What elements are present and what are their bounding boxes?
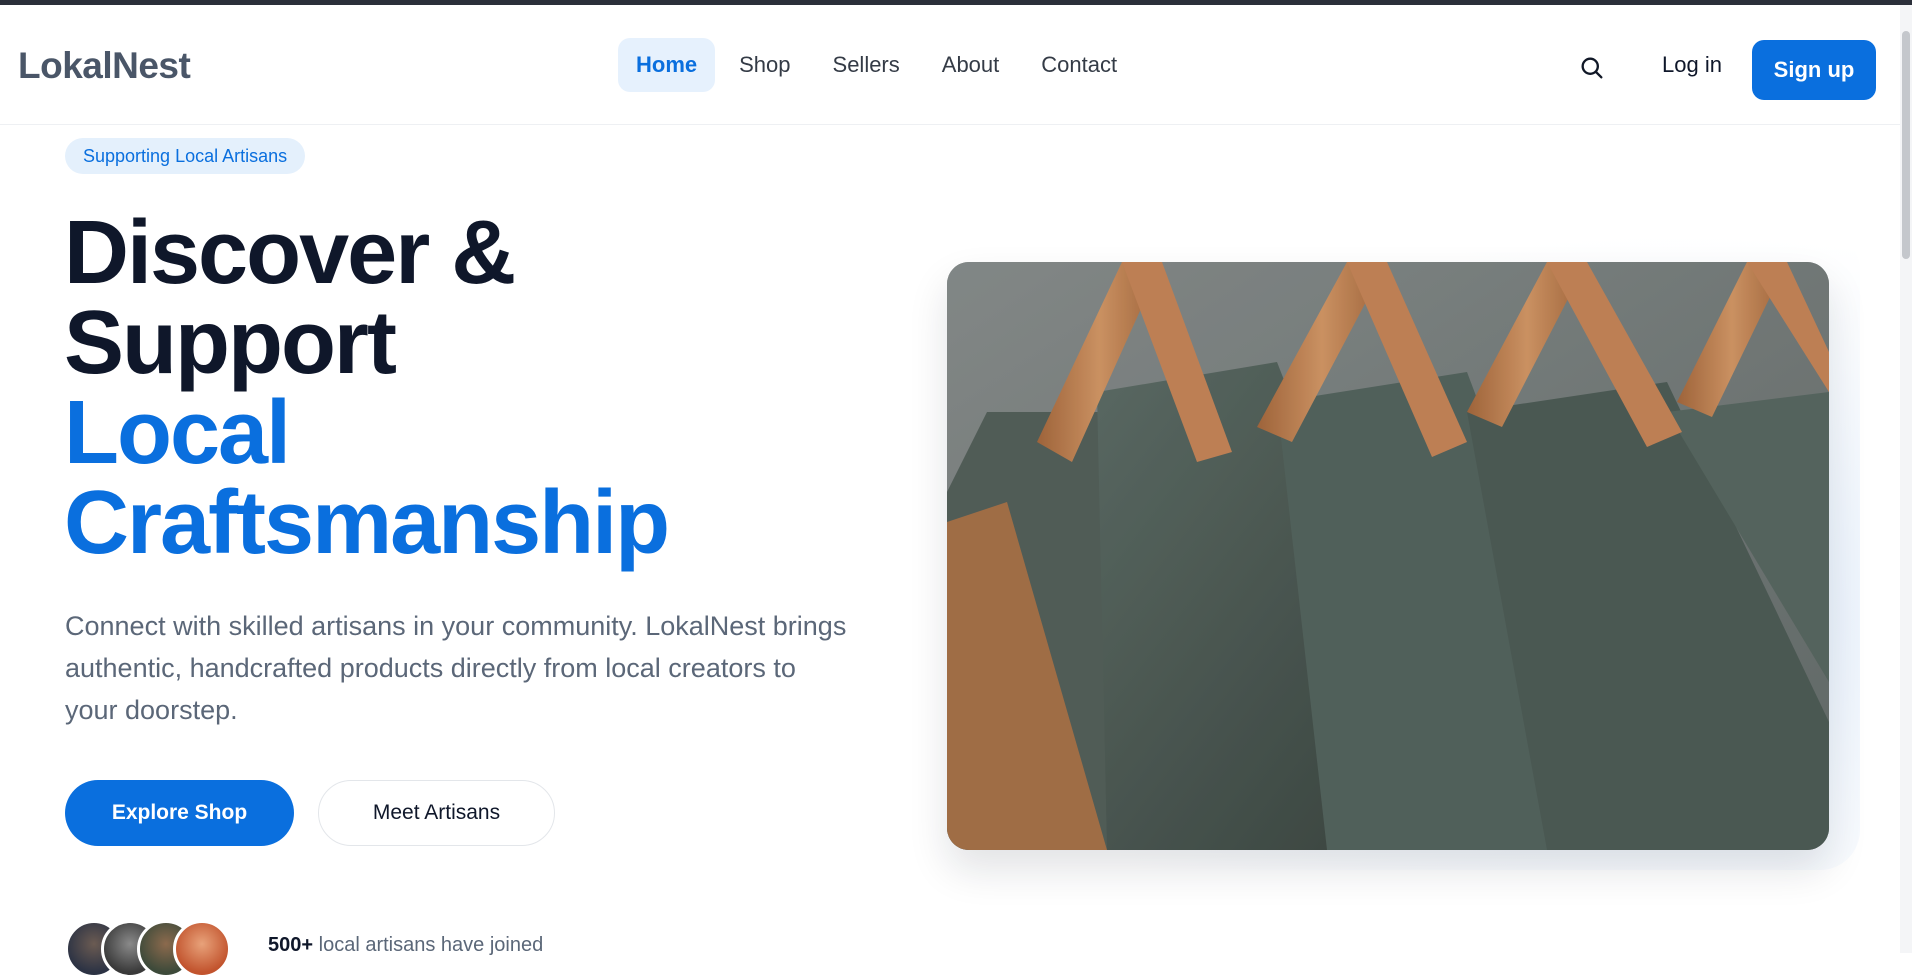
nav-item-sellers[interactable]: Sellers [815, 38, 918, 92]
headline-line-2: Support [64, 293, 397, 393]
meet-artisans-button[interactable]: Meet Artisans [318, 780, 555, 846]
nav-item-home[interactable]: Home [618, 38, 716, 92]
page-scrollbar[interactable] [1900, 5, 1912, 953]
artisan-avatars [65, 920, 245, 978]
headline-line-3: Local [64, 383, 291, 483]
social-proof-text: 500+ local artisans have joined [268, 934, 543, 957]
hero-image [947, 262, 1829, 850]
hero-badge: Supporting Local Artisans [65, 138, 306, 174]
search-icon[interactable] [1578, 54, 1606, 82]
headline-line-1: Discover & [64, 203, 516, 303]
main-nav: Home Shop Sellers About Contact [618, 38, 1135, 92]
site-header: LokalNest Home Shop Sellers About Contac… [0, 5, 1900, 125]
signup-button[interactable]: Sign up [1752, 40, 1876, 100]
hero-lead-text: Connect with skilled artisans in your co… [65, 611, 847, 725]
explore-shop-button[interactable]: Explore Shop [65, 780, 294, 846]
brand-logo[interactable]: LokalNest [18, 45, 191, 87]
hero-headline: Discover & Support Local Craftsmanship [64, 203, 670, 573]
nav-item-about[interactable]: About [924, 38, 1018, 92]
nav-item-shop[interactable]: Shop [721, 38, 808, 92]
headline-line-4: Craftsmanship [64, 473, 670, 573]
scrollbar-thumb[interactable] [1902, 31, 1910, 259]
avatar [173, 920, 231, 978]
nav-item-contact[interactable]: Contact [1023, 38, 1135, 92]
login-link[interactable]: Log in [1640, 38, 1744, 92]
